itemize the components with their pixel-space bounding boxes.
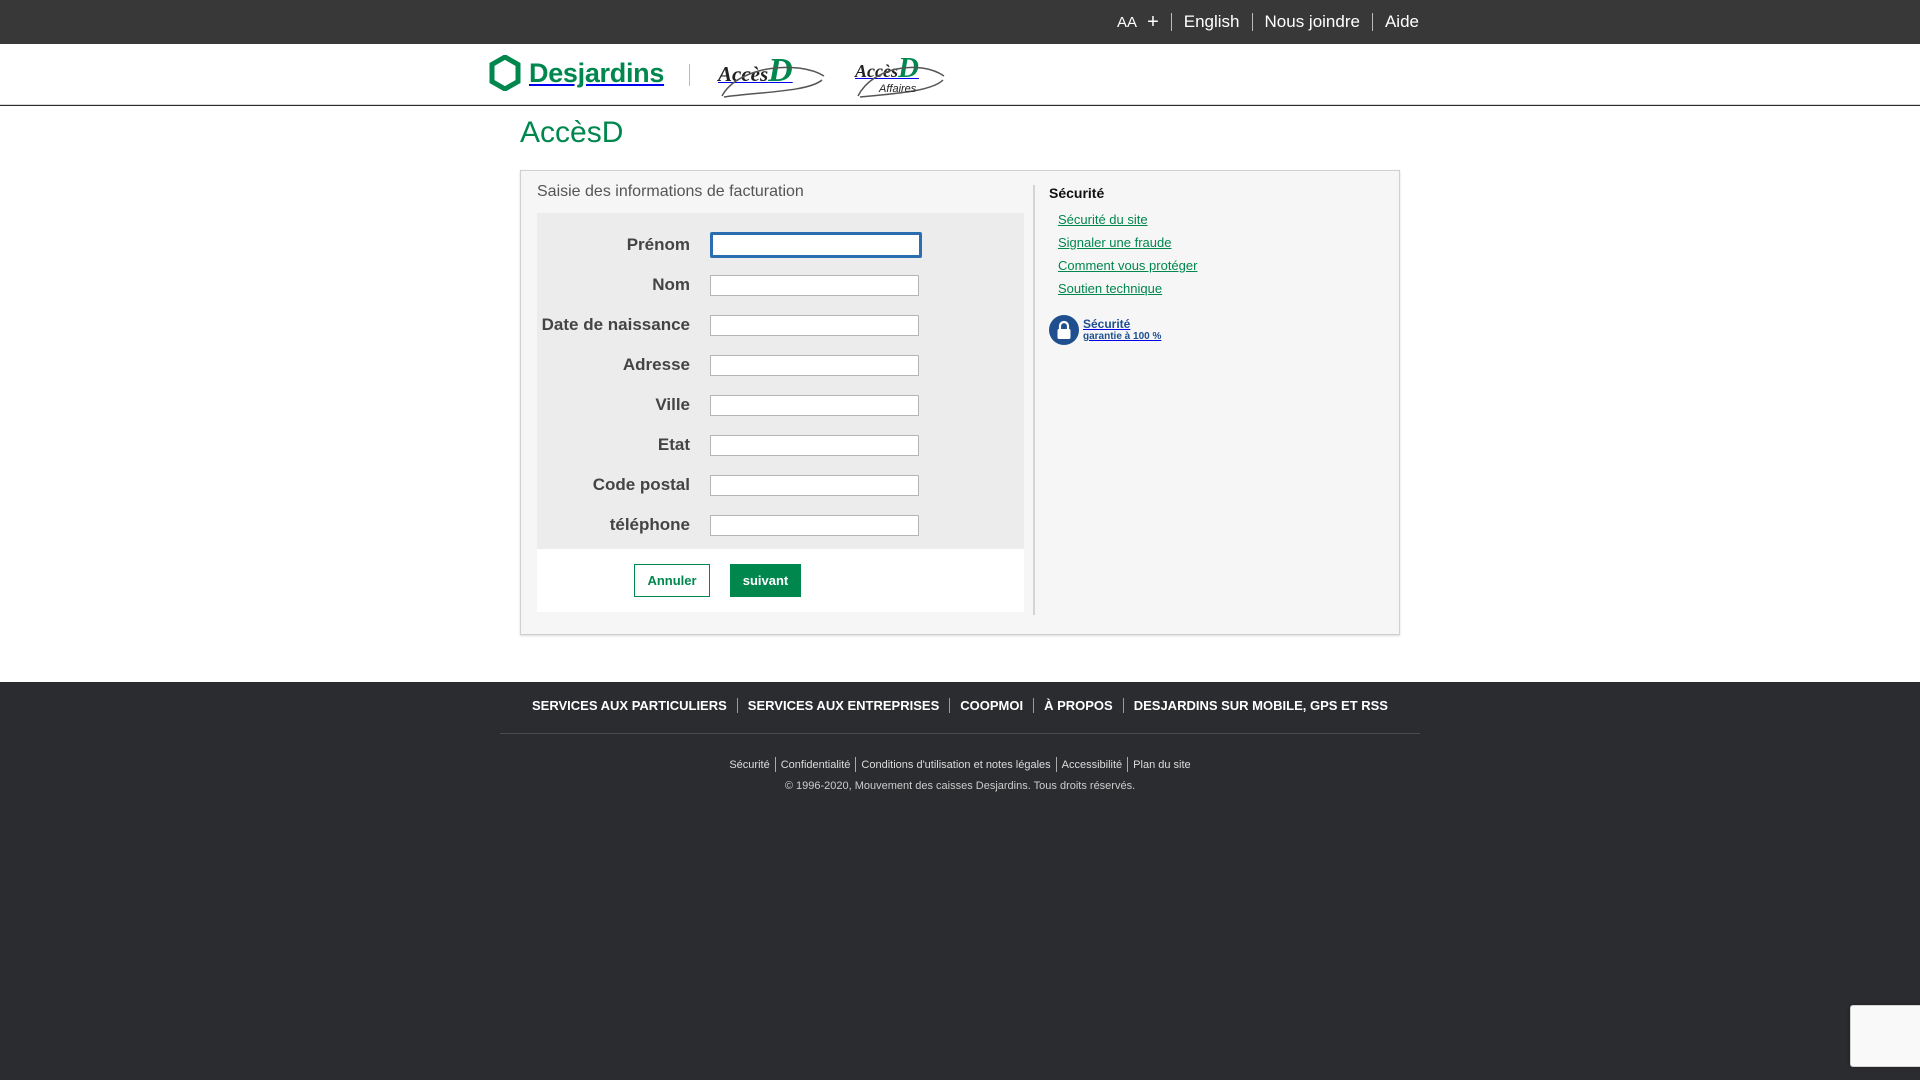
accesd-affaires-logo[interactable]: AccèsD Affaires [855, 52, 945, 98]
footer-nav: SERVICES AUX PARTICULIERS SERVICES AUX E… [0, 698, 1920, 713]
form-fields: Prénom Nom Date de naissance Adresse Vil… [537, 213, 1024, 549]
list-item: Soutien technique [1058, 280, 1379, 303]
header-separator [689, 64, 690, 86]
link-nous-joindre[interactable]: Nous joindre [1253, 12, 1372, 32]
plus-icon[interactable]: + [1147, 12, 1159, 32]
adresse-input[interactable] [710, 354, 919, 376]
cancel-button[interactable]: Annuler [634, 564, 710, 597]
etat-input[interactable] [710, 434, 919, 456]
vertical-divider [1033, 185, 1035, 615]
badge-subtitle: garantie à 100 % [1083, 330, 1162, 342]
link-comment-proteger[interactable]: Comment vous protéger [1058, 258, 1197, 273]
field-row-nom: Nom [537, 265, 1024, 305]
field-label: Ville [655, 395, 690, 414]
field-label: Nom [652, 275, 690, 294]
footer-nav-a-propos[interactable]: À PROPOS [1034, 698, 1123, 713]
site-footer: SERVICES AUX PARTICULIERS SERVICES AUX E… [0, 682, 1920, 1080]
link-securite-du-site[interactable]: Sécurité du site [1058, 212, 1148, 227]
sidebar-title: Sécurité [1049, 185, 1105, 201]
next-button[interactable]: suivant [730, 564, 801, 597]
date-naissance-input[interactable] [710, 314, 919, 336]
top-bar: AA + English Nous joindre Aide [0, 0, 1920, 44]
footer-nav-entreprises[interactable]: SERVICES AUX ENTREPRISES [738, 698, 949, 713]
field-label: Code postal [592, 475, 690, 494]
field-label: Date de naissance [541, 315, 690, 334]
link-english[interactable]: English [1172, 12, 1252, 32]
billing-panel: Saisie des informations de facturation P… [520, 170, 1400, 635]
list-item: Comment vous protéger [1058, 257, 1379, 280]
field-row-code-postal: Code postal [537, 465, 1024, 505]
security-sidebar: Sécurité Sécurité du site Signaler une f… [1049, 185, 1379, 345]
swoosh-icon [721, 66, 825, 98]
field-row-etat: Etat [537, 425, 1024, 465]
list-item: Sécurité du site [1058, 211, 1379, 234]
text-size-label: AA [1117, 13, 1138, 31]
site-header: Desjardins AccèsD AccèsD Affaires [0, 44, 1920, 105]
field-label: Etat [657, 435, 690, 454]
footer-nav-particuliers[interactable]: SERVICES AUX PARTICULIERS [522, 698, 737, 713]
field-row-adresse: Adresse [537, 345, 1024, 385]
lock-icon [1049, 315, 1079, 345]
footer-link-accessibilite[interactable]: Accessibilité [1057, 759, 1128, 771]
link-soutien-technique[interactable]: Soutien technique [1058, 281, 1162, 296]
form-actions: Annuler suivant [537, 549, 1024, 612]
link-aide[interactable]: Aide [1373, 12, 1419, 32]
form-title: Saisie des informations de facturation [537, 183, 804, 200]
list-item: Signaler une fraude [1058, 234, 1379, 257]
footer-link-securite[interactable]: Sécurité [724, 759, 774, 771]
desjardins-logo[interactable]: Desjardins [489, 55, 664, 91]
top-links: AA + English Nous joindre Aide [1117, 0, 1419, 44]
ville-input[interactable] [710, 394, 919, 416]
field-label: Adresse [622, 355, 690, 374]
field-label: Prénom [626, 235, 690, 254]
badge-title: Sécurité [1083, 316, 1131, 331]
telephone-input[interactable] [710, 514, 919, 536]
field-row-ville: Ville [537, 385, 1024, 425]
footer-divider [500, 733, 1420, 734]
page-title: AccèsD [520, 116, 624, 149]
security-links: Sécurité du site Signaler une fraude Com… [1049, 211, 1379, 303]
field-label: téléphone [609, 515, 690, 534]
footer-nav-mobile[interactable]: DESJARDINS SUR MOBILE, GPS ET RSS [1124, 698, 1398, 713]
code-postal-input[interactable] [710, 474, 919, 496]
footer-nav-coopmoi[interactable]: COOPMOI [950, 698, 1033, 713]
footer-link-confidentialite[interactable]: Confidentialité [776, 759, 856, 771]
nom-input[interactable] [710, 274, 919, 296]
footer-link-conditions[interactable]: Conditions d'utilisation et notes légale… [856, 759, 1055, 771]
text-size-control[interactable]: AA + [1117, 12, 1171, 32]
logo-text: Desjardins [529, 57, 665, 88]
affaires-subtitle: Affaires [879, 83, 917, 95]
accesd-logo[interactable]: AccèsD [718, 52, 825, 98]
footer-links: Sécurité Confidentialité Conditions d'ut… [0, 757, 1920, 772]
billing-form: Saisie des informations de facturation P… [537, 183, 1024, 612]
prenom-input[interactable] [710, 232, 922, 258]
security-guarantee-badge[interactable]: Sécurité garantie à 100 % [1049, 315, 1379, 345]
field-row-telephone: téléphone [537, 505, 1024, 545]
main-content: AccèsD Saisie des informations de factur… [0, 106, 1920, 682]
hexagon-logo-icon [489, 55, 521, 91]
footer-link-plan-du-site[interactable]: Plan du site [1128, 759, 1195, 771]
field-row-prenom: Prénom [537, 225, 1024, 265]
field-row-date-naissance: Date de naissance [537, 305, 1024, 345]
copyright-text: © 1996-2020, Mouvement des caisses Desja… [784, 780, 1136, 792]
link-signaler-fraude[interactable]: Signaler une fraude [1058, 235, 1171, 250]
recaptcha-badge[interactable] [1850, 1005, 1920, 1067]
